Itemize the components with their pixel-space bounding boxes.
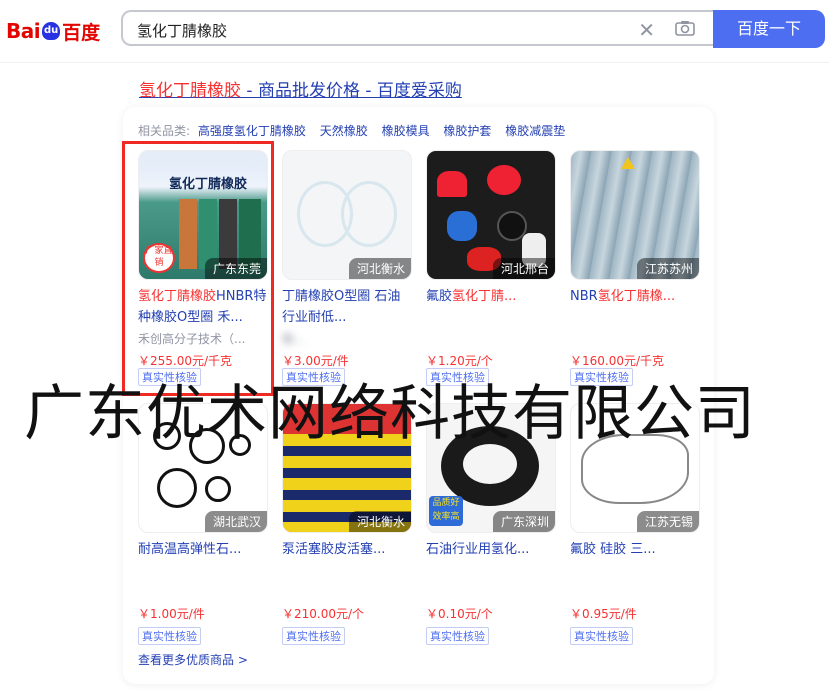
watermark-text: 广东优术网络科技有限公司 — [24, 379, 756, 449]
related-item[interactable]: 橡胶护套 — [443, 124, 491, 138]
product-name[interactable]: 石油行业用氢化... — [426, 539, 556, 581]
product-item[interactable]: 河北邢台 氟胶氢化丁腈... ￥1.20元/个 — [426, 150, 556, 370]
product-name-rest: 氟胶 — [426, 289, 453, 304]
location-tag: 广东深圳 — [492, 511, 555, 532]
product-name[interactable]: 氢化丁腈橡胶HNBR特种橡胶O型圈 禾... — [138, 286, 268, 328]
product-name-highlight: 氢化丁腈... — [452, 289, 517, 304]
result-title-link[interactable]: 氢化丁腈橡胶 - 商品批发价格 - 百度爱采购 — [139, 76, 462, 101]
product-image[interactable]: 河北邢台 — [426, 150, 556, 280]
product-item[interactable]: 氢化丁腈橡胶 厂家直销 广东东莞 氢化丁腈橡胶HNBR特种橡胶O型圈 禾... … — [138, 150, 268, 370]
product-name-rest: 丁腈橡胶O型圈 石油行业耐低... — [282, 289, 401, 325]
related-item[interactable]: 橡胶模具 — [382, 124, 430, 138]
factory-badge: 厂家直销 — [143, 243, 175, 273]
location-tag: 河北衡水 — [348, 258, 411, 279]
location-tag: 广东东莞 — [204, 258, 267, 279]
product-item[interactable]: 江苏苏州 NBR氢化丁腈橡... ￥160.00元/千克 — [570, 150, 700, 370]
related-item[interactable]: 高强度氢化丁腈橡胶 — [198, 124, 306, 138]
product-name-rest: 泵活塞胶皮活塞... — [282, 542, 386, 557]
shop-name[interactable] — [426, 330, 556, 348]
shop-name[interactable]: 禾创高分子技术（... — [138, 330, 268, 348]
product-price: ￥1.00元/件 — [138, 607, 205, 621]
search-button[interactable]: 百度一下 — [713, 10, 825, 48]
related-item[interactable]: 天然橡胶 — [320, 124, 368, 138]
product-name-rest: 氟胶 硅胶 三... — [570, 542, 656, 557]
product-name-highlight: 氢化丁腈橡胶 — [138, 289, 217, 304]
shop-name[interactable] — [426, 583, 556, 601]
verify-badge[interactable]: 真实性核验 — [138, 627, 201, 645]
verify-badge[interactable]: 真实性核验 — [570, 627, 633, 645]
verify-badge[interactable]: 真实性核验 — [282, 627, 345, 645]
product-name[interactable]: NBR氢化丁腈橡... — [570, 286, 700, 328]
related-item[interactable]: 橡胶减震垫 — [505, 124, 565, 138]
result-title-highlight: 氢化丁腈橡胶 — [139, 81, 241, 101]
product-image[interactable]: 河北衡水 — [282, 150, 412, 280]
baidu-logo[interactable]: Bai du 百度 — [6, 14, 100, 48]
search-input[interactable]: 氢化丁腈橡胶 — [137, 20, 227, 41]
location-tag: 江苏苏州 — [636, 258, 699, 279]
related-categories: 相关品类: 高强度氢化丁腈橡胶 天然橡胶 橡胶模具 橡胶护套 橡胶减震垫 — [138, 122, 571, 139]
product-image[interactable]: 江苏苏州 — [570, 150, 700, 280]
location-tag: 湖北武汉 — [204, 511, 267, 532]
shop-name[interactable] — [282, 583, 412, 601]
product-image[interactable]: 氢化丁腈橡胶 厂家直销 广东东莞 — [138, 150, 268, 280]
see-more-link[interactable]: 查看更多优质商品 > — [138, 651, 248, 668]
product-name[interactable]: 耐高温高弹性石... — [138, 539, 268, 581]
logo-text-left: Bai — [6, 19, 41, 43]
clear-icon[interactable]: ✕ — [638, 18, 655, 42]
paw-icon: du — [42, 22, 61, 40]
product-name[interactable]: 氟胶 硅胶 三... — [570, 539, 700, 581]
location-tag: 江苏无锡 — [636, 511, 699, 532]
quality-badge: 品质好效率高 — [429, 496, 463, 526]
shop-name[interactable] — [570, 583, 700, 601]
product-name-rest: 石油行业用氢化... — [426, 542, 530, 557]
product-name-rest: 耐高温高弹性石... — [138, 542, 242, 557]
product-item[interactable]: 河北衡水 丁腈橡胶O型圈 石油行业耐低... 衡... ￥3.00元/件 — [282, 150, 412, 370]
search-box[interactable]: 氢化丁腈橡胶 ✕ — [121, 10, 713, 46]
result-title-rest: - 商品批发价格 - 百度爱采购 — [241, 81, 462, 101]
shop-name[interactable] — [570, 330, 700, 348]
location-tag: 河北衡水 — [348, 511, 411, 532]
verify-badge[interactable]: 真实性核验 — [426, 627, 489, 645]
product-name[interactable]: 氟胶氢化丁腈... — [426, 286, 556, 328]
logo-text-right: 百度 — [62, 21, 101, 44]
product-name-highlight: 氢化丁腈橡... — [597, 289, 676, 304]
top-bar: Bai du 百度 氢化丁腈橡胶 ✕ 百度一下 — [0, 0, 829, 63]
camera-icon[interactable] — [675, 20, 695, 36]
product-price: ￥0.95元/件 — [570, 607, 637, 621]
shop-name[interactable]: 衡... — [282, 330, 412, 348]
shop-name[interactable] — [138, 583, 268, 601]
product-price: ￥210.00元/个 — [282, 607, 365, 621]
product-price: ￥0.10元/个 — [426, 607, 493, 621]
product-image-text: 氢化丁腈橡胶 — [169, 177, 248, 192]
location-tag: 河北邢台 — [492, 258, 555, 279]
related-label: 相关品类: — [138, 124, 191, 138]
product-name[interactable]: 泵活塞胶皮活塞... — [282, 539, 412, 581]
product-name[interactable]: 丁腈橡胶O型圈 石油行业耐低... — [282, 286, 412, 328]
product-name-rest: NBR — [570, 289, 598, 304]
